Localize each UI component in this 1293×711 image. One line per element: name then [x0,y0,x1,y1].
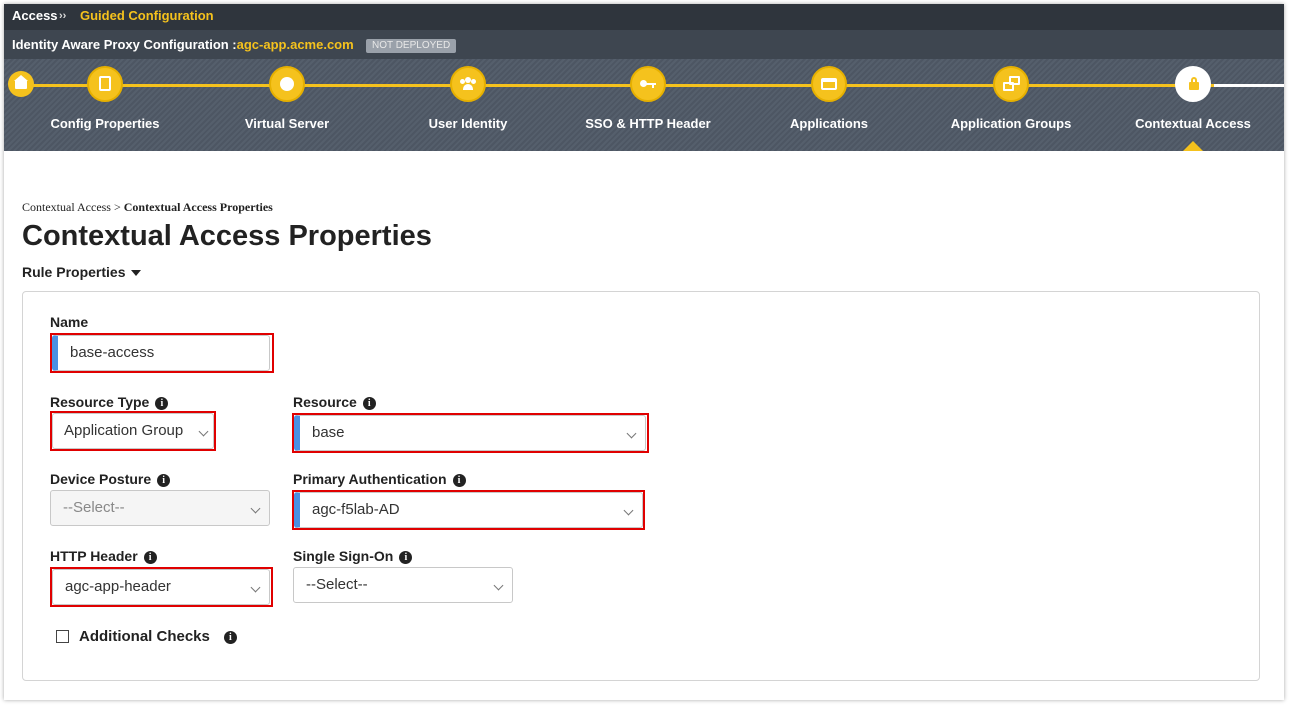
name-value: base-access [70,344,155,361]
device-posture-select: --Select-- [50,490,270,526]
lock-icon [1189,77,1199,90]
wizard-step-label: Contextual Access [1135,116,1251,131]
breadcrumb-separator: ›› [59,10,67,22]
wizard-step-contextual-access[interactable]: Contextual Access [1113,66,1273,131]
deploy-status-badge: NOT DEPLOYED [366,39,457,53]
http-header-select[interactable]: agc-app-header [52,569,270,605]
resource-type-label: Resource Type i [50,394,169,410]
breadcrumb-contextual-access-link[interactable]: Contextual Access [22,200,111,214]
rule-properties-label: Rule Properties [22,264,126,280]
chevron-down-icon [250,503,261,514]
wizard-step-label: Application Groups [950,116,1072,131]
users-icon [460,77,476,91]
page-breadcrumb: Contextual Access > Contextual Access Pr… [22,200,273,215]
chevron-down-icon [493,580,504,591]
wizard-step-virtual-server[interactable]: Virtual Server [207,66,367,131]
document-icon [99,76,111,91]
chevron-down-icon [623,505,634,516]
config-title: Identity Aware Proxy Configuration :agc-… [12,30,354,60]
sso-value: --Select-- [306,576,368,593]
breadcrumb-separator: > [113,200,121,214]
wizard-step-user-identity[interactable]: User Identity [388,66,548,131]
wizard-step-label: User Identity [428,116,508,131]
wizard-step-label: Config Properties [50,116,160,131]
device-posture-value: --Select-- [63,499,125,516]
resource-type-label-text: Resource Type [50,394,150,410]
additional-checks-checkbox[interactable] [56,630,69,643]
sso-label: Single Sign-On i [293,548,413,564]
resource-type-select[interactable]: Application Group [52,413,214,449]
breadcrumb-access-link[interactable]: Access [12,4,58,28]
additional-checks-label-text: Additional Checks [79,628,210,645]
resource-value: base [312,424,345,441]
additional-checks-label: Additional Checks i [79,628,237,645]
config-title-bar: Identity Aware Proxy Configuration :agc-… [4,30,1284,59]
caret-down-icon [131,270,142,277]
info-icon[interactable]: i [155,396,169,410]
key-icon [640,78,656,90]
primary-auth-label-text: Primary Authentication [293,471,447,487]
resource-type-value: Application Group [64,422,184,439]
http-header-label-text: HTTP Header [50,548,138,564]
info-icon[interactable]: i [143,550,157,564]
page-title: Contextual Access Properties [22,220,432,252]
groups-icon [1003,76,1021,92]
config-host: agc-app.acme.com [236,37,354,52]
config-title-label: Identity Aware Proxy Configuration : [12,37,237,52]
resource-select[interactable]: base [294,415,646,451]
primary-auth-select[interactable]: agc-f5lab-AD [294,492,643,528]
info-icon[interactable]: i [157,473,171,487]
device-posture-label: Device Posture i [50,471,171,487]
info-icon[interactable]: i [223,630,237,644]
device-posture-label-text: Device Posture [50,471,152,487]
wizard-header: Access ›› Guided Configuration Identity … [4,4,1284,151]
sso-label-text: Single Sign-On [293,548,394,564]
primary-auth-value: agc-f5lab-AD [312,501,400,518]
app-frame: Access ›› Guided Configuration Identity … [4,4,1284,700]
wizard-step-sso-http-header[interactable]: SSO & HTTP Header [568,66,728,131]
chevron-down-icon [626,428,637,439]
window-icon [821,78,837,90]
chevron-down-icon [198,426,209,437]
wizard-step-applications[interactable]: Applications [749,66,909,131]
breadcrumb-current: Contextual Access Properties [123,200,273,214]
resource-label: Resource i [293,394,376,410]
wizard-step-config-properties[interactable]: Config Properties [25,66,185,131]
breadcrumb-guided-configuration[interactable]: Guided Configuration [80,4,214,28]
chevron-down-icon [250,582,261,593]
name-label: Name [50,314,89,330]
info-icon[interactable]: i [452,473,466,487]
name-input[interactable]: base-access [52,335,270,371]
active-step-pointer [1183,141,1203,151]
primary-auth-label: Primary Authentication i [293,471,466,487]
resource-label-text: Resource [293,394,357,410]
wizard-step-label: Applications [789,116,868,131]
rule-properties-toggle[interactable]: Rule Properties [22,264,142,280]
info-icon[interactable]: i [399,550,413,564]
http-header-value: agc-app-header [65,578,171,595]
top-breadcrumb: Access ›› Guided Configuration [4,4,1284,30]
globe-icon [280,77,294,91]
wizard-step-application-groups[interactable]: Application Groups [931,66,1091,131]
info-icon[interactable]: i [362,396,376,410]
wizard-step-label: SSO & HTTP Header [585,116,711,131]
sso-select[interactable]: --Select-- [293,567,513,603]
wizard-step-label: Virtual Server [244,116,330,131]
http-header-label: HTTP Header i [50,548,157,564]
